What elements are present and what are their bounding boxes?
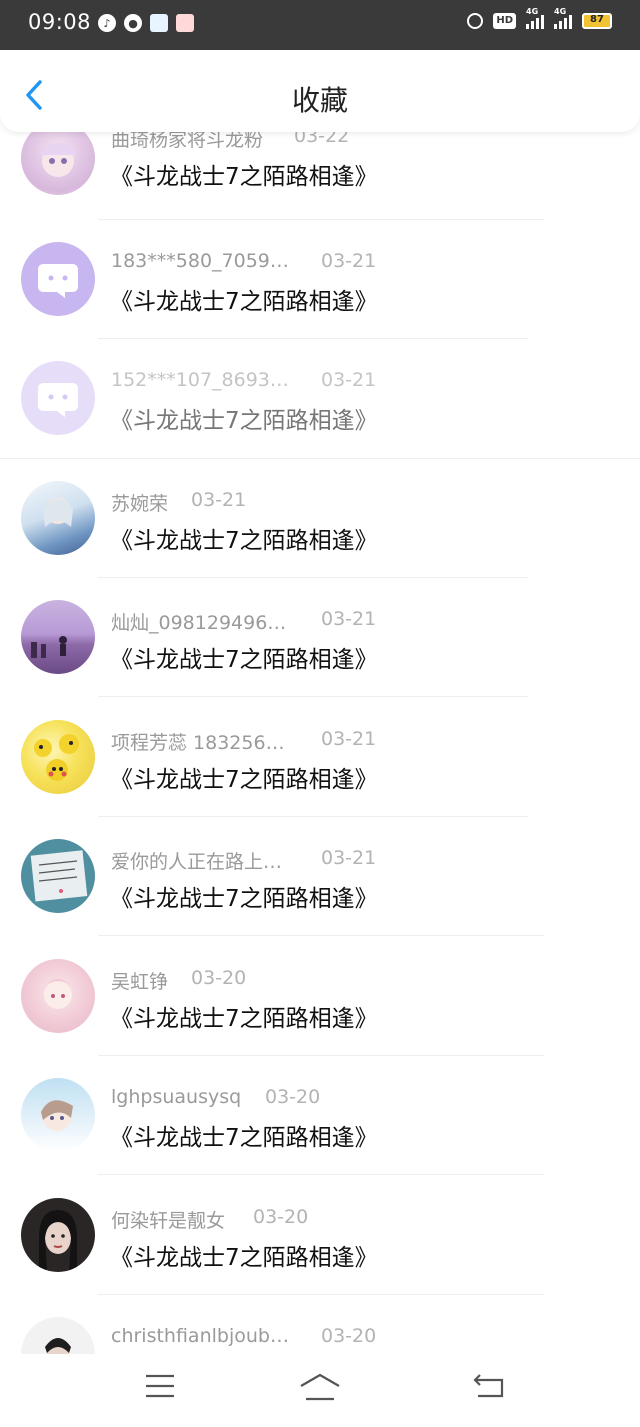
status-indicators: HD 4G 4G 87 (467, 7, 612, 29)
username: 苏婉荣 (111, 493, 169, 515)
hd-badge: HD (493, 13, 516, 29)
avatar (21, 720, 95, 794)
work-title: 《斗龙战士7之陌路相逢》 (110, 1245, 378, 1271)
signal-icon-2: 4G (554, 7, 572, 29)
system-nav-bar (0, 1354, 640, 1427)
list-item[interactable]: 吴虹铮 03-20 《斗龙战士7之陌路相逢》 (0, 949, 640, 1069)
menu-icon (146, 1374, 174, 1398)
notification-icons: ♪ ● (98, 14, 194, 32)
avatar (21, 1078, 95, 1152)
username: 曲琦杨家将斗龙粉 (111, 132, 264, 151)
username: lghpsuausysq (111, 1086, 242, 1108)
signal-icon: 4G (526, 7, 544, 29)
username: 183***580_7059… (111, 250, 289, 272)
date: 03-21 (321, 847, 377, 869)
message-icon: ● (124, 14, 142, 32)
divider (98, 816, 528, 817)
divider (0, 458, 640, 459)
avatar (21, 1317, 95, 1354)
music-icon: ♪ (98, 14, 116, 32)
date: 03-21 (191, 489, 247, 511)
work-title: 《斗龙战士7之陌路相逢》 (110, 164, 378, 190)
avatar (21, 600, 95, 674)
avatar (21, 1198, 95, 1272)
work-title: 《斗龙战士7之陌路相逢》 (110, 886, 378, 912)
avatar (21, 132, 95, 195)
list-item[interactable]: 152***107_8693… 03-21 《斗龙战士7之陌路相逢》 (0, 351, 640, 471)
app-icon (150, 14, 168, 32)
date: 03-21 (321, 608, 377, 630)
divider (98, 219, 544, 220)
menu-button[interactable] (144, 1372, 176, 1404)
username: 项程芳蕊 183256… (111, 732, 285, 754)
status-time: 09:08 (28, 10, 92, 34)
divider (98, 577, 528, 578)
username: christhfianlbjoub… (111, 1325, 289, 1347)
date: 03-20 (253, 1206, 309, 1228)
work-title: 《斗龙战士7之陌路相逢》 (110, 1006, 378, 1032)
battery-icon: 87 (582, 13, 612, 29)
favorites-list[interactable]: 曲琦杨家将斗龙粉 03-22 《斗龙战士7之陌路相逢》 183***580_70… (0, 132, 640, 1354)
status-bar: 09:08 ♪ ● HD 4G 4G 87 (0, 0, 640, 50)
work-title: 《斗龙战士7之陌路相逢》 (110, 1125, 378, 1151)
chat-bubble-icon (38, 264, 78, 298)
alarm-icon (467, 13, 484, 29)
list-item[interactable]: 项程芳蕊 183256… 03-21 《斗龙战士7之陌路相逢》 (0, 710, 640, 830)
list-item[interactable]: 苏婉荣 03-21 《斗龙战士7之陌路相逢》 (0, 471, 640, 591)
work-title: 《斗龙战士7之陌路相逢》 (110, 528, 378, 554)
divider (98, 696, 528, 697)
date: 03-20 (321, 1325, 377, 1347)
back-nav-button[interactable] (472, 1372, 506, 1404)
date: 03-21 (321, 728, 377, 750)
username: 吴虹铮 (111, 971, 169, 993)
avatar (21, 242, 95, 316)
home-icon (300, 1373, 340, 1401)
username: 灿灿_098129496… (111, 612, 287, 634)
avatar (21, 959, 95, 1033)
date: 03-21 (321, 250, 377, 272)
date: 03-20 (265, 1086, 321, 1108)
date: 03-21 (321, 369, 377, 391)
divider (98, 1174, 544, 1175)
avatar (21, 481, 95, 555)
page-title: 收藏 (291, 84, 348, 117)
top-nav-bar: 收藏 (0, 50, 640, 132)
list-item[interactable]: lghpsuausysq 03-20 《斗龙战士7之陌路相逢》 (0, 1068, 640, 1188)
divider (98, 1294, 544, 1295)
list-item[interactable]: 灿灿_098129496… 03-21 《斗龙战士7之陌路相逢》 (0, 590, 640, 710)
username: 何染轩是靓女 (111, 1210, 226, 1232)
username: 爱你的人正在路上… (111, 851, 283, 873)
home-button[interactable] (298, 1372, 342, 1406)
date: 03-22 (294, 132, 350, 147)
work-title: 《斗龙战士7之陌路相逢》 (110, 647, 378, 673)
divider (98, 1055, 544, 1056)
work-title: 《斗龙战士7之陌路相逢》 (110, 289, 378, 315)
chat-bubble-icon (38, 383, 78, 417)
date: 03-20 (191, 967, 247, 989)
avatar (21, 361, 95, 435)
divider (98, 935, 544, 936)
list-item[interactable]: 曲琦杨家将斗龙粉 03-22 《斗龙战士7之陌路相逢》 (0, 132, 640, 233)
list-item[interactable]: christhfianlbjoub… 03-20 (0, 1307, 640, 1354)
divider (98, 338, 528, 339)
work-title: 《斗龙战士7之陌路相逢》 (110, 408, 378, 434)
work-title: 《斗龙战士7之陌路相逢》 (110, 767, 378, 793)
list-item[interactable]: 爱你的人正在路上… 03-21 《斗龙战士7之陌路相逢》 (0, 829, 640, 949)
username: 152***107_8693… (111, 369, 289, 391)
app-icon-red (176, 14, 194, 32)
back-icon (473, 1374, 504, 1398)
list-item[interactable]: 何染轩是靓女 03-20 《斗龙战士7之陌路相逢》 (0, 1188, 640, 1308)
avatar (21, 839, 95, 913)
list-item[interactable]: 183***580_7059… 03-21 《斗龙战士7之陌路相逢》 (0, 232, 640, 352)
